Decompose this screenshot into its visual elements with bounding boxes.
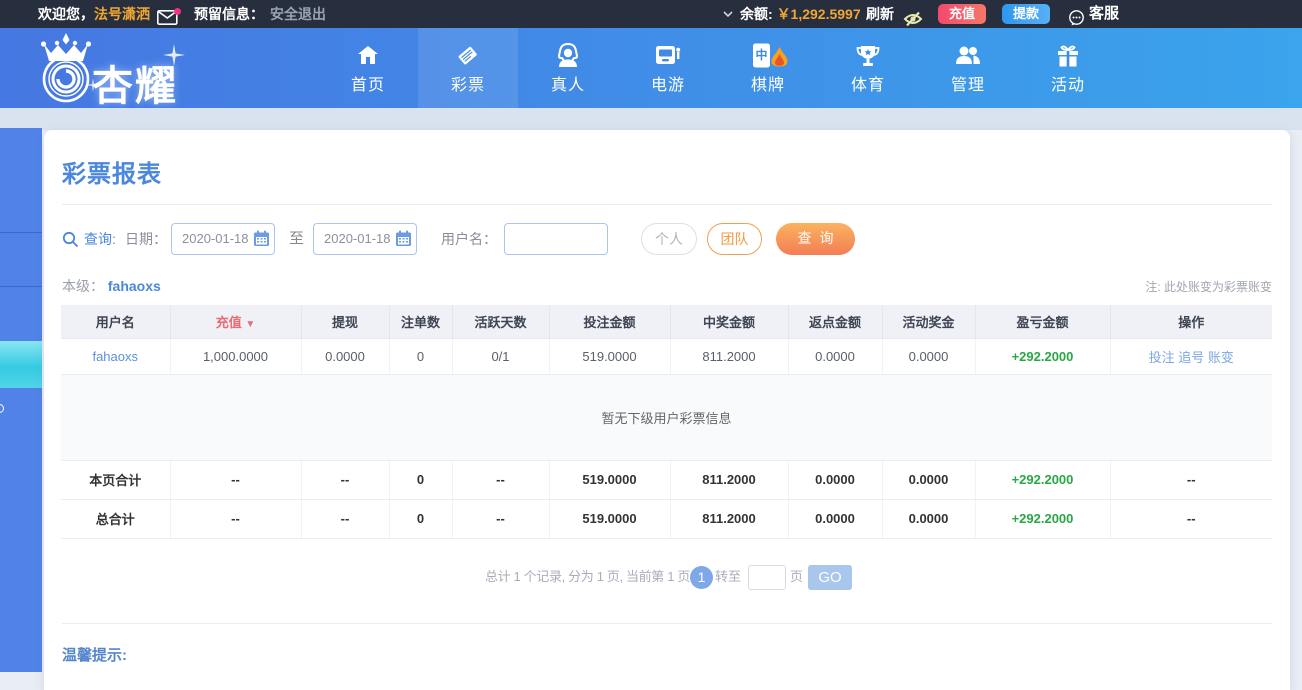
- svg-text:中: 中: [755, 47, 767, 62]
